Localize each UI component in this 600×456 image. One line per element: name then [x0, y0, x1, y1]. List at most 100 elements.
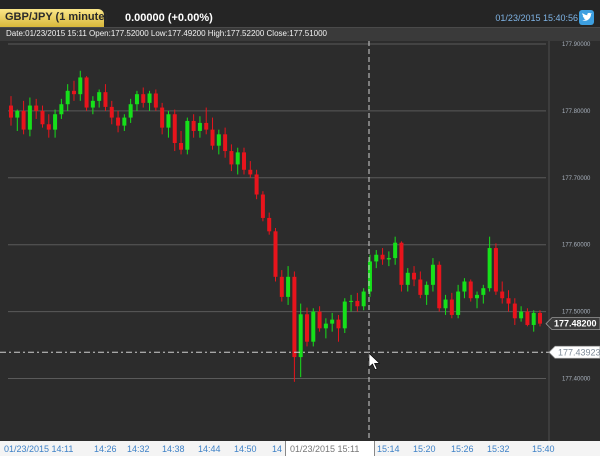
- candle-body: [134, 94, 139, 105]
- candle-body: [65, 90, 70, 105]
- candles: [9, 70, 542, 382]
- candle-body: [223, 134, 228, 152]
- candle-body: [109, 106, 114, 118]
- candle-body: [512, 303, 517, 319]
- gridlines: [8, 41, 550, 441]
- candle-body: [519, 311, 524, 319]
- top-bar: GBP/JPY (1 minute) 0.00000 (+0.00%) 01/2…: [0, 0, 600, 27]
- candle-body: [393, 242, 398, 259]
- candle-body: [103, 92, 108, 107]
- time-tick-label: 14:26: [94, 444, 117, 454]
- candle-body: [298, 314, 303, 358]
- symbol-tab[interactable]: GBP/JPY (1 minute): [0, 9, 108, 27]
- candle-body: [330, 319, 335, 324]
- candle-body: [242, 152, 247, 170]
- candle-body: [481, 288, 486, 295]
- candle-body: [21, 110, 26, 130]
- candle-body: [254, 174, 259, 195]
- y-tick-label: 177.80000: [562, 109, 591, 115]
- candle-body: [374, 254, 379, 262]
- candle-body: [418, 279, 423, 295]
- candle-body: [424, 284, 429, 295]
- candle-body: [84, 77, 89, 108]
- crosshair-price-label: 177.43923: [558, 347, 600, 357]
- crosshair-time-label: 01/23/2015 15:11: [290, 444, 360, 454]
- candle-body: [399, 242, 404, 285]
- candle-body: [147, 93, 152, 103]
- y-axis-labels: 177.90000 177.80000 177.70000 177.60000 177.…: [562, 42, 591, 383]
- time-tick-label: 15:14: [377, 444, 400, 454]
- candle-body: [141, 94, 146, 103]
- candle-body: [229, 151, 234, 165]
- candle-body: [355, 300, 360, 307]
- candle-body: [204, 122, 209, 130]
- symbol-label: GBP/JPY (1 minute): [5, 11, 109, 23]
- crosshair-time-box: 01/23/2015 15:11: [285, 441, 375, 456]
- candle-body: [286, 276, 291, 297]
- candle-body: [437, 264, 442, 309]
- candle-body: [78, 77, 83, 95]
- price-change: 0.00000 (+0.00%): [125, 12, 213, 24]
- time-tick-label: 14: [272, 444, 283, 454]
- candle-body: [292, 276, 297, 358]
- crosshair-overlay: 177.48200 177.43923: [0, 41, 600, 441]
- time-tick-label: 14:50: [234, 444, 257, 454]
- candle-body: [468, 281, 473, 299]
- candle-body: [317, 311, 322, 329]
- candle-body: [412, 272, 417, 280]
- candle-body: [304, 314, 309, 342]
- time-tick-label: 15:32: [487, 444, 510, 454]
- candle-body: [122, 117, 127, 126]
- candle-body: [248, 169, 253, 175]
- candle-body: [311, 311, 316, 342]
- candle-body: [71, 90, 76, 95]
- candle-body: [46, 124, 51, 130]
- candle-body: [380, 254, 385, 260]
- candle-body: [27, 105, 32, 130]
- candlestick-chart[interactable]: 177.90000177.80000177.70000177.60000177.…: [0, 41, 600, 441]
- candle-body: [349, 300, 354, 302]
- candle-body: [97, 92, 102, 101]
- candle-body: [475, 294, 480, 299]
- y-tick-label: 177.50000: [562, 310, 591, 316]
- y-tick-label: 177.70000: [562, 176, 591, 182]
- ohlc-info-bar: Date:01/23/2015 15:11 Open:177.52000 Low…: [0, 27, 600, 41]
- time-tick-label: 14:38: [162, 444, 185, 454]
- candle-body: [235, 152, 240, 165]
- candle-body: [323, 323, 328, 329]
- candle-body: [449, 299, 454, 315]
- candle-body: [90, 100, 95, 108]
- candle-body: [116, 117, 121, 126]
- candle-body: [500, 291, 505, 299]
- candle-body: [216, 134, 221, 146]
- candle-body: [260, 194, 265, 218]
- candle-body: [185, 120, 190, 150]
- candle-body: [40, 110, 45, 125]
- candle-body: [191, 120, 196, 131]
- candle-body: [267, 217, 272, 232]
- candle-body: [525, 311, 530, 325]
- datetime-label: 01/23/2015 15:40:56: [495, 13, 578, 23]
- candle-body: [531, 312, 536, 325]
- time-tick-label: 15:26: [451, 444, 474, 454]
- y-tick-label: 177.60000: [562, 243, 591, 249]
- candle-body: [15, 110, 20, 118]
- candle-body: [336, 319, 341, 329]
- candle-body: [59, 104, 64, 115]
- candle-body: [160, 107, 165, 128]
- candle-body: [34, 105, 39, 111]
- time-tick-label: 15:20: [413, 444, 436, 454]
- time-tick-label: 01/23/2015 14:11: [4, 444, 74, 454]
- candle-body: [493, 248, 498, 292]
- candle-body: [443, 299, 448, 309]
- time-tick-label: 14:44: [198, 444, 221, 454]
- time-tick-label: 15:40: [532, 444, 555, 454]
- candle-body: [456, 291, 461, 315]
- candle-body: [487, 248, 492, 289]
- ohlc-readout: Date:01/23/2015 15:11 Open:177.52000 Low…: [6, 29, 328, 38]
- candle-body: [9, 105, 13, 118]
- time-tick-label: 14:32: [127, 444, 150, 454]
- time-axis: 01/23/2015 14:11 14:26 14:32 14:38 14:44 14:5…: [0, 441, 600, 456]
- y-tick-label: 177.90000: [562, 42, 591, 48]
- twitter-button[interactable]: [579, 10, 594, 25]
